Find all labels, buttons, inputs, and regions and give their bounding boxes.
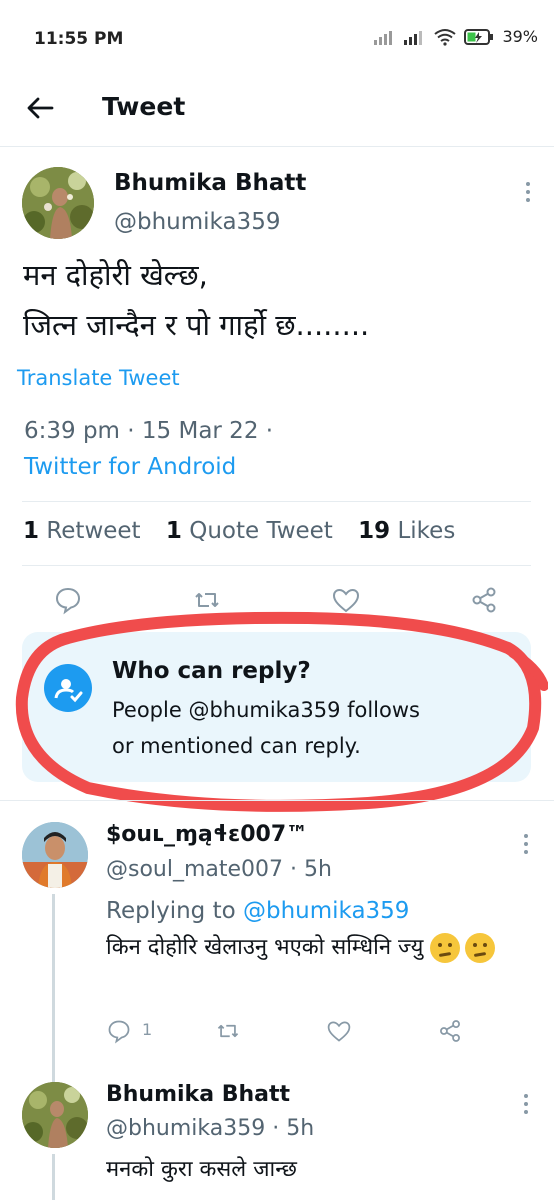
divider: [0, 800, 554, 801]
share-icon[interactable]: [437, 1018, 463, 1044]
retweets-stat[interactable]: 1 Retweet: [23, 518, 141, 544]
status-bar: 11:55 PM 39%: [0, 0, 554, 70]
likes-label: Likes: [390, 518, 456, 544]
avatar-image: [22, 822, 88, 888]
back-arrow-icon[interactable]: [24, 92, 56, 124]
reply1-handle-row: @soul_mate007 · 5h: [106, 857, 332, 882]
like-icon[interactable]: [326, 1018, 352, 1044]
retweet-icon[interactable]: [215, 1018, 241, 1044]
avatar[interactable]: [22, 822, 88, 888]
kebab-icon[interactable]: [516, 832, 536, 856]
quotes-label: Quote Tweet: [181, 518, 333, 544]
signal-icon-2: [404, 30, 423, 45]
reply2-author-handle[interactable]: @bhumika359: [106, 1116, 265, 1141]
translate-tweet-link[interactable]: Translate Tweet: [17, 366, 180, 390]
author-handle[interactable]: @bhumika359: [114, 209, 280, 235]
reply1-time: · 5h: [283, 857, 332, 882]
likes-stat[interactable]: 19 Likes: [358, 518, 455, 544]
battery-icon: [464, 28, 494, 45]
battery-percent: 39%: [502, 27, 538, 46]
retweets-label: Retweet: [39, 518, 141, 544]
avatar[interactable]: [22, 1082, 88, 1148]
signal-icon: [374, 30, 393, 45]
tweet-text-line2: जित्न जान्दैन र पो गार्हो छ........: [23, 308, 370, 342]
tweet-text-line1: मन दोहोरी खेल्छ,: [23, 258, 208, 292]
wifi-icon: [434, 28, 457, 46]
tweet-text: मन दोहोरी खेल्छ, जित्न जान्दैन र पो गार्…: [23, 255, 369, 345]
reply1-text: किन दोहोरि खेलाउनु भएको सम्धिनि ज्यु: [106, 935, 424, 960]
avatar-image: [22, 167, 94, 239]
page-title: Tweet: [102, 92, 186, 121]
reply-icon[interactable]: [106, 1018, 132, 1044]
reply1-author-name[interactable]: $ouʟ_ɱąɬɛ007™: [106, 822, 308, 847]
kebab-icon[interactable]: [516, 1092, 536, 1116]
replying-to-label: Replying to: [106, 898, 243, 924]
quotes-stat[interactable]: 1 Quote Tweet: [166, 518, 333, 544]
thread-line: [52, 894, 55, 1084]
reply2-text: मनको कुरा कसले जान्छ: [106, 1157, 297, 1182]
red-annotation-ring: [15, 611, 548, 812]
top-bar: [0, 70, 554, 147]
author-name[interactable]: Bhumika Bhatt: [114, 170, 306, 196]
avatar[interactable]: [22, 167, 94, 239]
reply1-text-block: किन दोहोरि खेलाउनु भएको सम्धिनि ज्यु: [106, 930, 536, 966]
likes-count: 19: [358, 518, 391, 544]
tweet-timestamp: 6:39 pm · 15 Mar 22 ·: [24, 418, 274, 444]
reply1-author-handle[interactable]: @soul_mate007: [106, 857, 283, 882]
avatar-image: [22, 1082, 88, 1148]
reply2-time: · 5h: [265, 1116, 315, 1141]
thinking-face-emoji: [465, 933, 496, 963]
status-time: 11:55 PM: [34, 29, 124, 49]
divider: [22, 501, 531, 502]
engagement-counts: 1 Retweet 1 Quote Tweet 19 Likes: [23, 518, 455, 544]
retweets-count: 1: [23, 518, 40, 544]
divider: [22, 565, 531, 566]
reply2-author-name[interactable]: Bhumika Bhatt: [106, 1082, 290, 1107]
replying-to: Replying to @bhumika359: [106, 898, 409, 924]
reply2-handle-row: @bhumika359 · 5h: [106, 1116, 314, 1141]
thinking-face-emoji: [430, 933, 461, 963]
status-icons: 39%: [374, 27, 538, 46]
tweet-source-link[interactable]: Twitter for Android: [24, 454, 236, 480]
thread-line: [52, 1154, 55, 1200]
reply1-reply-count: 1: [142, 1020, 153, 1039]
kebab-icon[interactable]: [518, 180, 538, 204]
quotes-count: 1: [165, 518, 182, 544]
replying-to-handle[interactable]: @bhumika359: [243, 898, 409, 924]
